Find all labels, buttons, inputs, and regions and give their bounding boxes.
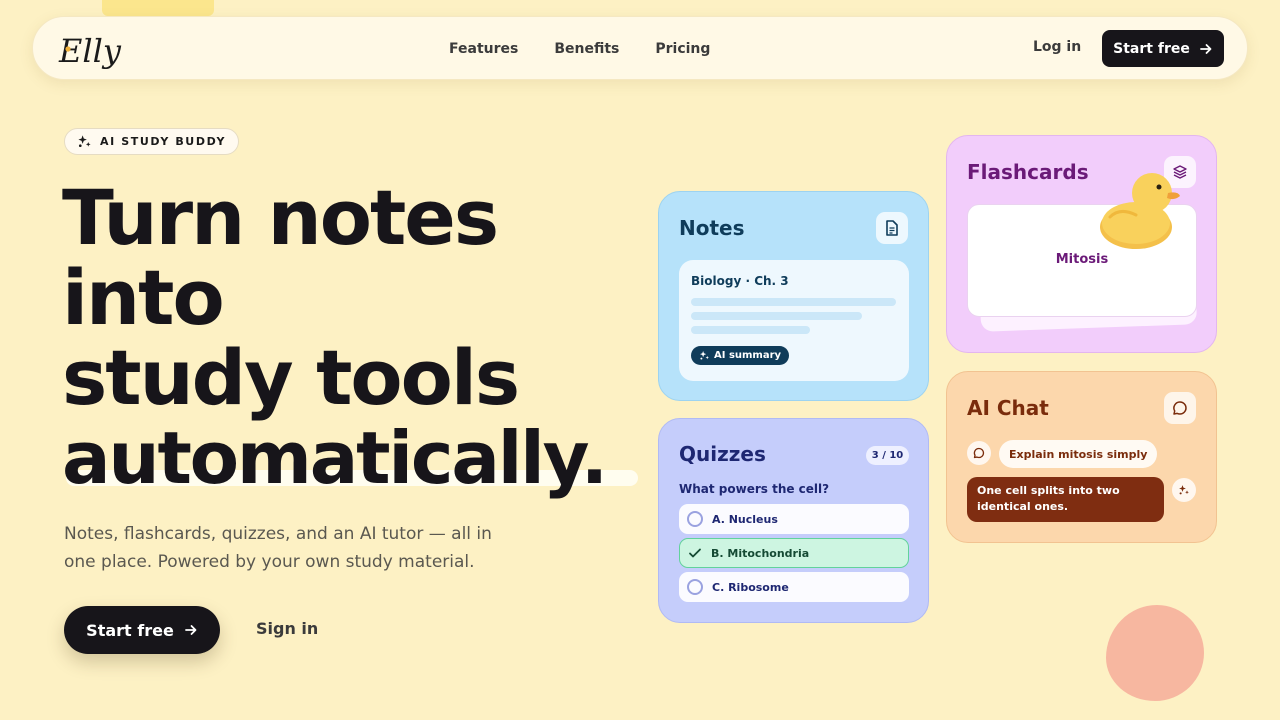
hero-start-free-button[interactable]: Start free xyxy=(64,606,220,654)
badge-label: AI STUDY BUDDY xyxy=(100,135,227,148)
user-avatar xyxy=(967,441,991,465)
headline-line-4: automatically. xyxy=(62,416,608,500)
radio-circle-icon xyxy=(687,579,703,595)
chat-icon-button[interactable] xyxy=(1164,392,1196,424)
quiz-question: What powers the cell? xyxy=(679,482,830,496)
quizzes-card[interactable]: Quizzes 3 / 10 What powers the cell? A. … xyxy=(658,418,929,623)
document-icon xyxy=(886,220,898,236)
ai-summary-label: AI summary xyxy=(714,350,782,361)
quiz-option-a[interactable]: A. Nucleus xyxy=(679,504,909,534)
note-preview[interactable]: Biology · Ch. 3 AI summary xyxy=(679,260,909,381)
ai-chat-card[interactable]: AI Chat Explain mitosis simply One cell … xyxy=(946,371,1217,543)
ai-summary-pill[interactable]: AI summary xyxy=(691,346,790,365)
note-line-placeholder xyxy=(691,298,896,306)
duck-mascot-illustration xyxy=(1100,173,1180,249)
note-line-placeholder xyxy=(691,312,862,320)
login-link[interactable]: Log in xyxy=(1033,39,1081,55)
top-nav: Elly Features Benefits Pricing Log in St… xyxy=(32,16,1248,80)
headline-line-2: into xyxy=(62,253,225,342)
nav-links: Features Benefits Pricing xyxy=(449,17,710,81)
checkmark-icon xyxy=(689,548,701,558)
quiz-option-b-selected[interactable]: B. Mitochondria xyxy=(679,538,909,568)
ai-avatar xyxy=(1172,478,1196,502)
decorative-blob-coral xyxy=(1106,605,1204,701)
arrow-right-icon xyxy=(184,625,197,635)
user-message-bubble: Explain mitosis simply xyxy=(999,440,1158,468)
ai-study-buddy-badge: AI STUDY BUDDY xyxy=(64,128,240,155)
nav-link-benefits[interactable]: Benefits xyxy=(554,41,619,57)
sparkles-icon xyxy=(1179,485,1189,495)
chat-bubble-icon xyxy=(1173,401,1187,415)
chat-bubble-icon xyxy=(973,447,985,459)
quizzes-card-title: Quizzes xyxy=(679,442,766,466)
sparkles-icon xyxy=(700,351,709,360)
nav-start-free-label: Start free xyxy=(1113,40,1190,57)
quiz-progress-badge: 3 / 10 xyxy=(866,446,909,465)
ai-chat-card-title: AI Chat xyxy=(967,396,1049,420)
notes-card-title: Notes xyxy=(679,216,745,240)
ai-message-bubble: One cell splits into two identical ones. xyxy=(967,477,1164,522)
notes-card[interactable]: Notes Biology · Ch. 3 AI summary xyxy=(658,191,929,401)
arrow-right-icon xyxy=(1199,43,1212,54)
quiz-option-label: B. Mitochondria xyxy=(711,546,810,560)
headline-line-1: Turn notes xyxy=(62,173,499,262)
quiz-option-c[interactable]: C. Ribosome xyxy=(679,572,909,602)
sign-in-link[interactable]: Sign in xyxy=(256,619,318,638)
hero-headline: Turn notes into study tools automaticall… xyxy=(62,173,662,500)
flashcards-card-title: Flashcards xyxy=(967,160,1089,184)
nav-link-features[interactable]: Features xyxy=(449,41,518,57)
note-subject: Biology · Ch. 3 xyxy=(691,274,789,288)
nav-link-pricing[interactable]: Pricing xyxy=(655,41,710,57)
hero-start-free-label: Start free xyxy=(86,620,174,640)
nav-start-free-button[interactable]: Start free xyxy=(1102,30,1224,67)
hero-subtitle: Notes, flashcards, quizzes, and an AI tu… xyxy=(64,524,492,572)
decorative-blob-top xyxy=(102,0,214,16)
quiz-option-label: A. Nucleus xyxy=(712,512,778,526)
radio-circle-icon xyxy=(687,511,703,527)
quiz-option-label: C. Ribosome xyxy=(712,580,789,594)
elly-logo[interactable]: Elly xyxy=(57,25,127,73)
sparkles-icon xyxy=(78,135,91,148)
headline-line-3: study tools xyxy=(62,333,520,422)
note-line-placeholder xyxy=(691,326,810,334)
notes-icon-button[interactable] xyxy=(876,212,908,244)
